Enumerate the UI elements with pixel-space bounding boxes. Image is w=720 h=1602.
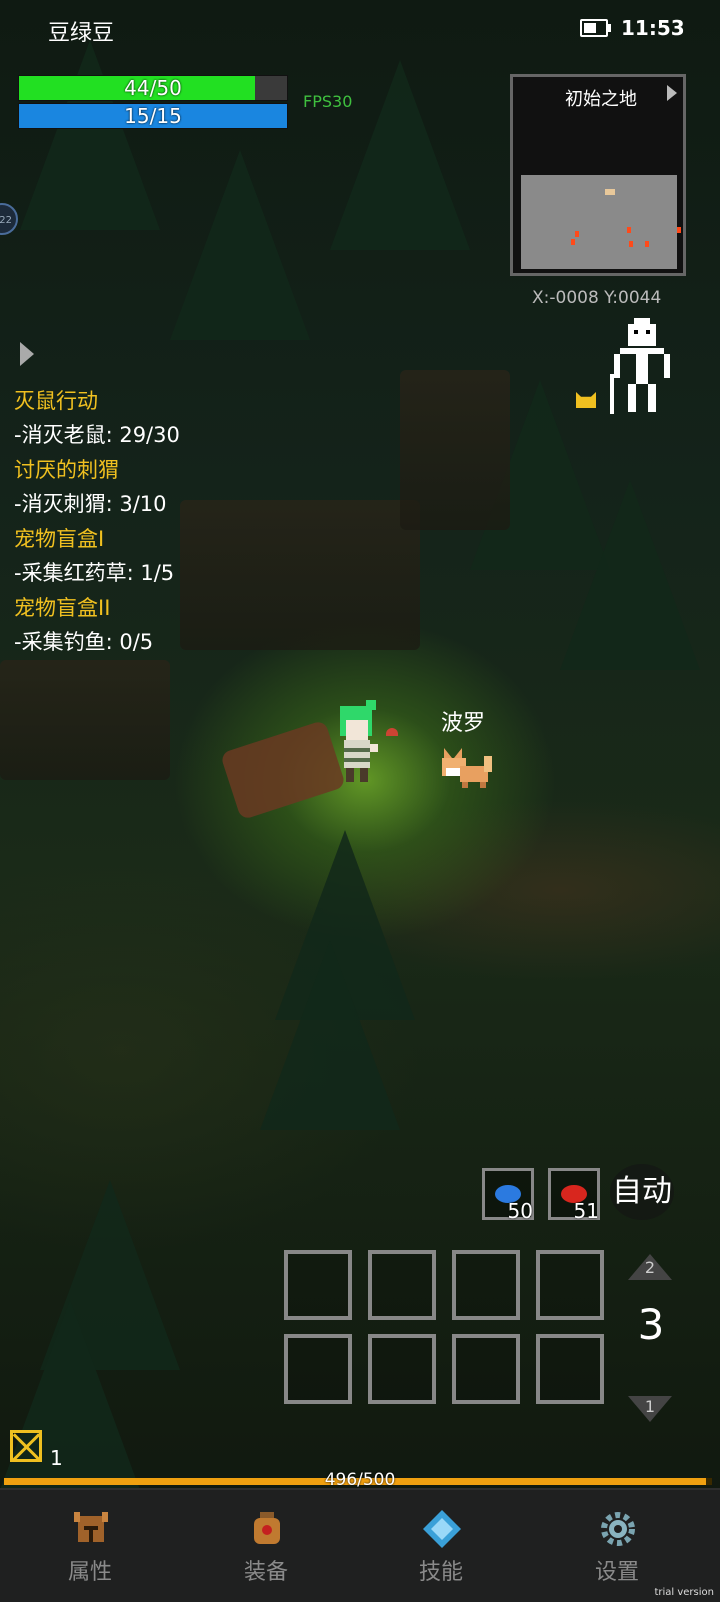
skill-slot[interactable] — [452, 1250, 520, 1320]
bottom-nav: 属性 装备 技能 设置 trial version — [0, 1488, 720, 1602]
quest-title[interactable]: 灭鼠行动 — [14, 384, 180, 418]
minimap[interactable]: 初始之地 — [510, 74, 686, 276]
hp-text: 44/50 — [124, 76, 182, 100]
coordinates: X:-0008 Y:0044 — [532, 288, 662, 308]
quest-objective: -消灭刺猬: 3/10 — [14, 492, 167, 516]
minimap-enemy-marker — [627, 227, 631, 233]
potion-count: 50 — [507, 1199, 533, 1223]
clock: 11:53 — [621, 16, 685, 40]
skill-page-number: 3 — [637, 1300, 665, 1349]
skill-slot[interactable] — [536, 1250, 604, 1320]
blue-potion-slot[interactable]: 50 — [482, 1168, 534, 1223]
fallen-log — [219, 719, 347, 821]
skill-slot[interactable] — [536, 1334, 604, 1404]
nav-settings[interactable]: 设置 — [562, 1490, 672, 1590]
minimap-enemy-marker — [629, 241, 633, 247]
mp-bar: 15/15 — [18, 103, 288, 129]
minimap-enemy-marker — [645, 241, 649, 247]
minimap-terrain — [521, 175, 677, 269]
nav-label: 装备 — [243, 1560, 288, 1585]
quest-title[interactable]: 讨厌的刺猬 — [14, 453, 180, 487]
status-bar: 豆绿豆 11:53 — [0, 0, 720, 56]
quest-toggle-arrow-icon[interactable] — [20, 342, 34, 366]
nav-label: 属性 — [67, 1560, 112, 1585]
hp-bar: 44/50 — [18, 75, 288, 101]
minimap-expand-arrow-icon[interactable] — [667, 85, 677, 101]
quest-title[interactable]: 宠物盲盒II — [14, 591, 180, 625]
pet-fox[interactable] — [440, 746, 492, 790]
crystal-icon — [423, 1510, 461, 1548]
tree — [260, 940, 400, 1130]
quest-objective: -采集钓鱼: 0/5 — [14, 630, 154, 654]
red-potion-slot[interactable]: 51 — [548, 1168, 600, 1223]
potion-count: 51 — [573, 1199, 599, 1223]
player-character — [340, 700, 378, 782]
crossed-swords-icon[interactable] — [10, 1430, 42, 1462]
cliff — [0, 660, 170, 780]
skill-slot[interactable] — [368, 1250, 436, 1320]
nav-label: 设置 — [594, 1560, 639, 1585]
bag-icon — [254, 1512, 280, 1544]
skill-slot[interactable] — [368, 1334, 436, 1404]
trial-watermark: trial version — [654, 1587, 714, 1598]
quest-objective: -消灭老鼠: 29/30 — [14, 423, 180, 447]
skill-slot[interactable] — [284, 1250, 352, 1320]
battery-icon — [580, 19, 611, 37]
quest-objective: -采集红药草: 1/5 — [14, 561, 175, 585]
cliff — [180, 500, 420, 650]
skill-slot[interactable] — [284, 1334, 352, 1404]
cliff — [400, 370, 510, 530]
tree — [20, 40, 160, 230]
nav-equipment[interactable]: 装备 — [211, 1490, 321, 1590]
player-name: 豆绿豆 — [48, 21, 115, 46]
mushroom-icon[interactable] — [386, 728, 398, 736]
boss-skeleton-icon[interactable] — [610, 318, 674, 414]
tree — [560, 480, 700, 670]
helmet-icon — [74, 1512, 108, 1542]
nav-label: 技能 — [418, 1560, 463, 1585]
minimap-enemy-marker — [575, 231, 579, 237]
mp-text: 15/15 — [124, 104, 182, 128]
quest-tracker[interactable]: 灭鼠行动 -消灭老鼠: 29/30 讨厌的刺猬 -消灭刺猬: 3/10 宠物盲盒… — [14, 384, 180, 660]
fps-counter: FPS30 — [303, 92, 353, 111]
nav-skills[interactable]: 技能 — [386, 1490, 496, 1590]
auto-battle-button[interactable]: 自动 — [610, 1164, 674, 1220]
tree — [170, 150, 310, 340]
nav-attributes[interactable]: 属性 — [35, 1490, 145, 1590]
minimap-enemy-marker — [677, 227, 681, 233]
tree — [330, 60, 470, 250]
gear-icon — [601, 1512, 635, 1546]
pet-name-label: 波罗 — [441, 711, 486, 736]
quest-title[interactable]: 宠物盲盒I — [14, 522, 180, 556]
exp-text: 496/500 — [324, 1470, 396, 1490]
map-name: 初始之地 — [565, 89, 637, 110]
minimap-player-marker — [605, 189, 615, 195]
minimap-enemy-marker — [571, 239, 575, 245]
skill-slot[interactable] — [452, 1334, 520, 1404]
item-count: 1 — [50, 1446, 63, 1470]
